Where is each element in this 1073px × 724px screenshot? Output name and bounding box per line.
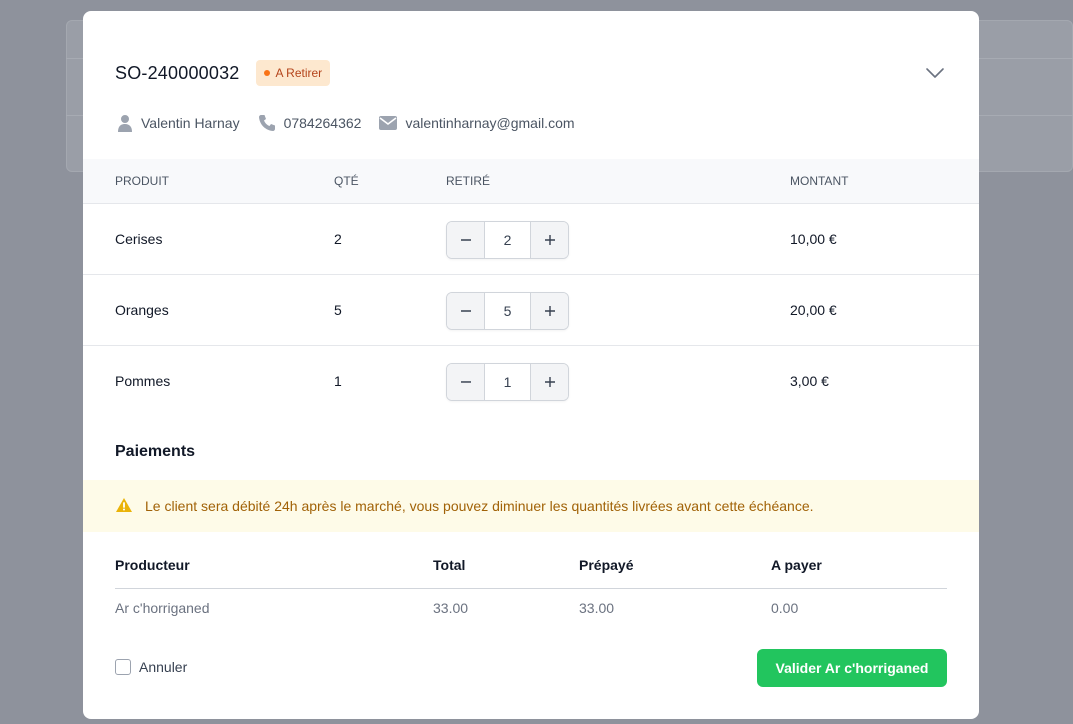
product-qty: 1	[334, 373, 342, 389]
payment-total: 33.00	[433, 600, 469, 616]
order-number: SO-240000032	[115, 62, 240, 83]
customer-contact: Valentin Harnay 0784264362 valentinharna…	[117, 113, 593, 133]
column-header-withdrawn: RETIRÉ	[446, 174, 491, 188]
order-header: SO-240000032 A Retirer	[115, 59, 947, 87]
customer-name: Valentin Harnay	[141, 115, 240, 131]
payments-table-header: Producteur Total Prépayé A payer	[115, 546, 947, 589]
warning-icon	[115, 497, 133, 516]
column-header-to-pay: A payer	[771, 557, 822, 573]
validate-button[interactable]: Valider Ar c'horriganed	[757, 649, 947, 687]
phone-icon	[258, 114, 276, 132]
product-name: Pommes	[115, 373, 171, 389]
minus-icon	[460, 239, 471, 241]
plus-icon	[544, 377, 555, 387]
payment-prepaid: 33.00	[579, 600, 615, 616]
column-header-qty: QTÉ	[334, 174, 359, 188]
cancel-label[interactable]: Annuler	[139, 659, 187, 675]
status-dot-icon	[263, 70, 270, 76]
customer-phone-item: 0784264362	[258, 114, 362, 132]
withdrawn-value[interactable]: 2	[484, 222, 531, 258]
status-badge: A Retirer	[255, 60, 331, 86]
withdrawn-value[interactable]: 1	[484, 364, 531, 400]
producer-name: Ar c'horriganed	[115, 600, 210, 616]
payments-table: Producteur Total Prépayé A payer Ar c'ho…	[115, 546, 947, 627]
minus-icon	[460, 381, 471, 383]
product-qty: 5	[334, 302, 342, 318]
customer-phone: 0784264362	[283, 115, 362, 131]
table-row: Cerises 2 2 10,00 €	[83, 204, 979, 275]
plus-icon	[544, 306, 555, 316]
column-header-total: Total	[433, 557, 466, 573]
cancel-checkbox[interactable]	[115, 659, 131, 675]
increment-button[interactable]	[531, 222, 568, 258]
withdrawn-stepper: 1	[446, 363, 569, 401]
order-modal: SO-240000032 A Retirer Valentin Harnay 0…	[83, 11, 979, 719]
plus-icon	[544, 235, 555, 245]
column-header-prepaid: Prépayé	[579, 557, 634, 573]
decrement-button[interactable]	[447, 222, 484, 258]
product-amount: 20,00 €	[790, 302, 837, 318]
product-name: Cerises	[115, 231, 163, 247]
warning-text: Le client sera débité 24h après le march…	[145, 498, 814, 514]
table-row: Ar c'horriganed 33.00 33.00 0.00	[115, 589, 947, 627]
table-row: Pommes 1 1 3,00 €	[83, 346, 979, 417]
payment-warning-alert: Le client sera débité 24h après le march…	[83, 480, 979, 532]
mail-icon	[379, 116, 398, 130]
payment-to-pay: 0.00	[771, 600, 799, 616]
product-amount: 10,00 €	[790, 231, 837, 247]
increment-button[interactable]	[531, 293, 568, 329]
table-row: Oranges 5 5 20,00 €	[83, 275, 979, 346]
column-header-producer: Producteur	[115, 557, 190, 573]
product-qty: 2	[334, 231, 342, 247]
withdrawn-value[interactable]: 5	[484, 293, 531, 329]
items-table-header: PRODUIT QTÉ RETIRÉ MONTANT	[83, 159, 979, 204]
withdrawn-stepper: 5	[446, 292, 569, 330]
user-icon	[117, 114, 133, 132]
product-amount: 3,00 €	[790, 373, 829, 389]
column-header-product: PRODUIT	[115, 174, 169, 188]
decrement-button[interactable]	[447, 364, 484, 400]
chevron-down-icon[interactable]	[923, 61, 947, 85]
column-header-amount: MONTANT	[790, 174, 849, 188]
cancel-option: Annuler	[115, 659, 187, 675]
payments-title: Paiements	[115, 443, 196, 460]
customer-email-item: valentinharnay@gmail.com	[379, 115, 575, 131]
customer-email: valentinharnay@gmail.com	[405, 115, 575, 131]
customer-name-item: Valentin Harnay	[117, 114, 240, 132]
minus-icon	[460, 310, 471, 312]
increment-button[interactable]	[531, 364, 568, 400]
withdrawn-stepper: 2	[446, 221, 569, 259]
decrement-button[interactable]	[447, 293, 484, 329]
status-label: A Retirer	[275, 66, 323, 80]
product-name: Oranges	[115, 302, 169, 318]
